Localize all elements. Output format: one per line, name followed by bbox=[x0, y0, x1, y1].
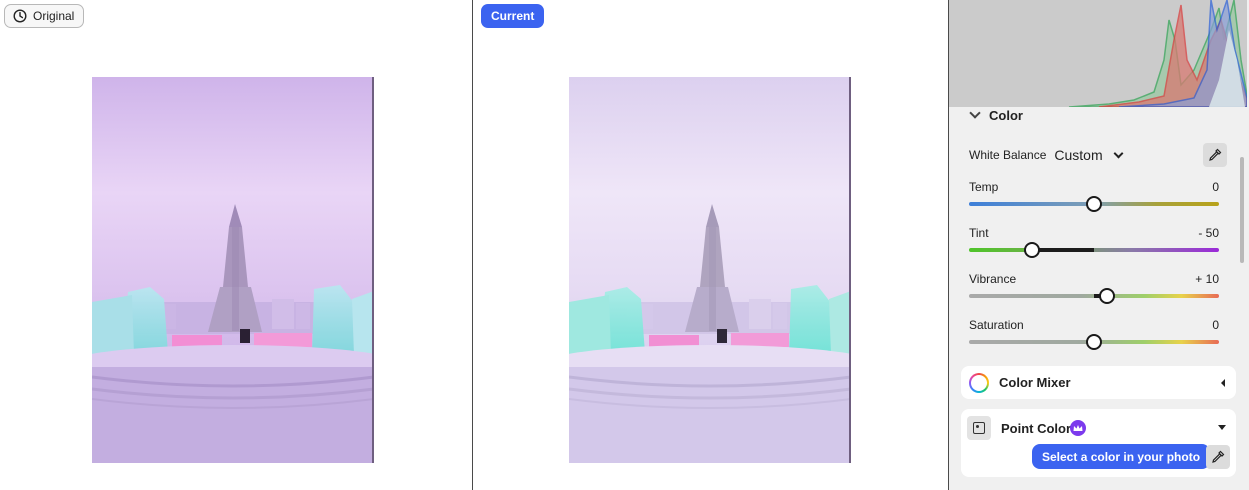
current-button[interactable]: Current bbox=[481, 4, 545, 28]
select-color-tooltip: Select a color in your photo bbox=[1032, 444, 1216, 469]
temp-thumb[interactable] bbox=[1086, 196, 1102, 212]
point-color-title[interactable]: Point Color bbox=[1001, 421, 1071, 436]
tint-slider: Tint - 50 bbox=[969, 226, 1219, 266]
current-photo bbox=[569, 77, 851, 463]
tint-fill bbox=[1031, 248, 1094, 252]
tooltip-text: Select a color in your photo bbox=[1042, 449, 1201, 464]
caret-down-icon[interactable] bbox=[1218, 425, 1226, 430]
crown-icon bbox=[1070, 420, 1086, 436]
saturation-slider: Saturation 0 bbox=[969, 318, 1219, 358]
temp-label: Temp bbox=[969, 180, 999, 194]
point-color-icon bbox=[967, 416, 991, 440]
tint-thumb[interactable] bbox=[1023, 242, 1040, 258]
current-photo-image bbox=[569, 77, 851, 463]
color-mixer-title: Color Mixer bbox=[999, 375, 1071, 390]
original-button[interactable]: Original bbox=[4, 4, 85, 28]
point-color-card: Point Color Select a color in your photo bbox=[961, 409, 1236, 477]
color-section-header[interactable]: Color bbox=[969, 106, 1023, 123]
color-mixer-card[interactable]: Color Mixer bbox=[961, 366, 1236, 399]
white-balance-dropdown[interactable]: Custom bbox=[1054, 147, 1124, 163]
saturation-value[interactable]: 0 bbox=[1212, 318, 1219, 332]
temp-slider: Temp 0 bbox=[969, 180, 1219, 220]
vibrance-thumb[interactable] bbox=[1098, 288, 1115, 304]
tint-label: Tint bbox=[969, 226, 989, 240]
histogram-chart bbox=[1068, 0, 1247, 107]
photo-editor: Original Current Color White Balance Cus… bbox=[0, 0, 1249, 490]
tint-value[interactable]: - 50 bbox=[1198, 226, 1219, 240]
current-pane: Current bbox=[473, 0, 948, 490]
white-balance-value: Custom bbox=[1054, 147, 1103, 163]
white-balance-picker-button[interactable] bbox=[1203, 143, 1227, 167]
history-clock-icon bbox=[13, 9, 27, 23]
saturation-thumb[interactable] bbox=[1086, 334, 1102, 350]
vibrance-label: Vibrance bbox=[969, 272, 1017, 286]
vibrance-value[interactable]: + 10 bbox=[1195, 272, 1219, 286]
eyedropper-icon bbox=[1209, 148, 1222, 161]
eyedropper-icon bbox=[1212, 450, 1225, 463]
original-pane: Original bbox=[0, 0, 472, 490]
photo-edge bbox=[372, 77, 374, 463]
vibrance-slider: Vibrance + 10 bbox=[969, 272, 1219, 312]
original-button-label: Original bbox=[33, 9, 75, 23]
panel-scrollbar[interactable] bbox=[1240, 157, 1244, 263]
color-section-title: Color bbox=[989, 107, 1023, 123]
original-photo-image bbox=[92, 77, 374, 463]
temp-value[interactable]: 0 bbox=[1212, 180, 1219, 194]
edit-panel: Color White Balance Custom Temp 0 Tint -… bbox=[949, 0, 1249, 490]
white-balance-row: White Balance Custom bbox=[969, 143, 1227, 167]
original-photo bbox=[92, 77, 374, 463]
color-wheel-icon bbox=[969, 373, 989, 393]
photo-edge bbox=[849, 77, 851, 463]
white-balance-label: White Balance bbox=[969, 148, 1047, 162]
histogram bbox=[949, 0, 1247, 107]
current-button-label: Current bbox=[491, 9, 535, 23]
point-color-picker-button[interactable] bbox=[1206, 445, 1230, 469]
chevron-down-icon bbox=[969, 106, 981, 119]
chevron-down-icon bbox=[1113, 148, 1124, 158]
panel-scroll-area[interactable]: Color White Balance Custom Temp 0 Tint -… bbox=[949, 106, 1249, 490]
tint-track[interactable] bbox=[969, 248, 1219, 252]
saturation-label: Saturation bbox=[969, 318, 1024, 332]
caret-left-icon[interactable] bbox=[1221, 379, 1225, 387]
